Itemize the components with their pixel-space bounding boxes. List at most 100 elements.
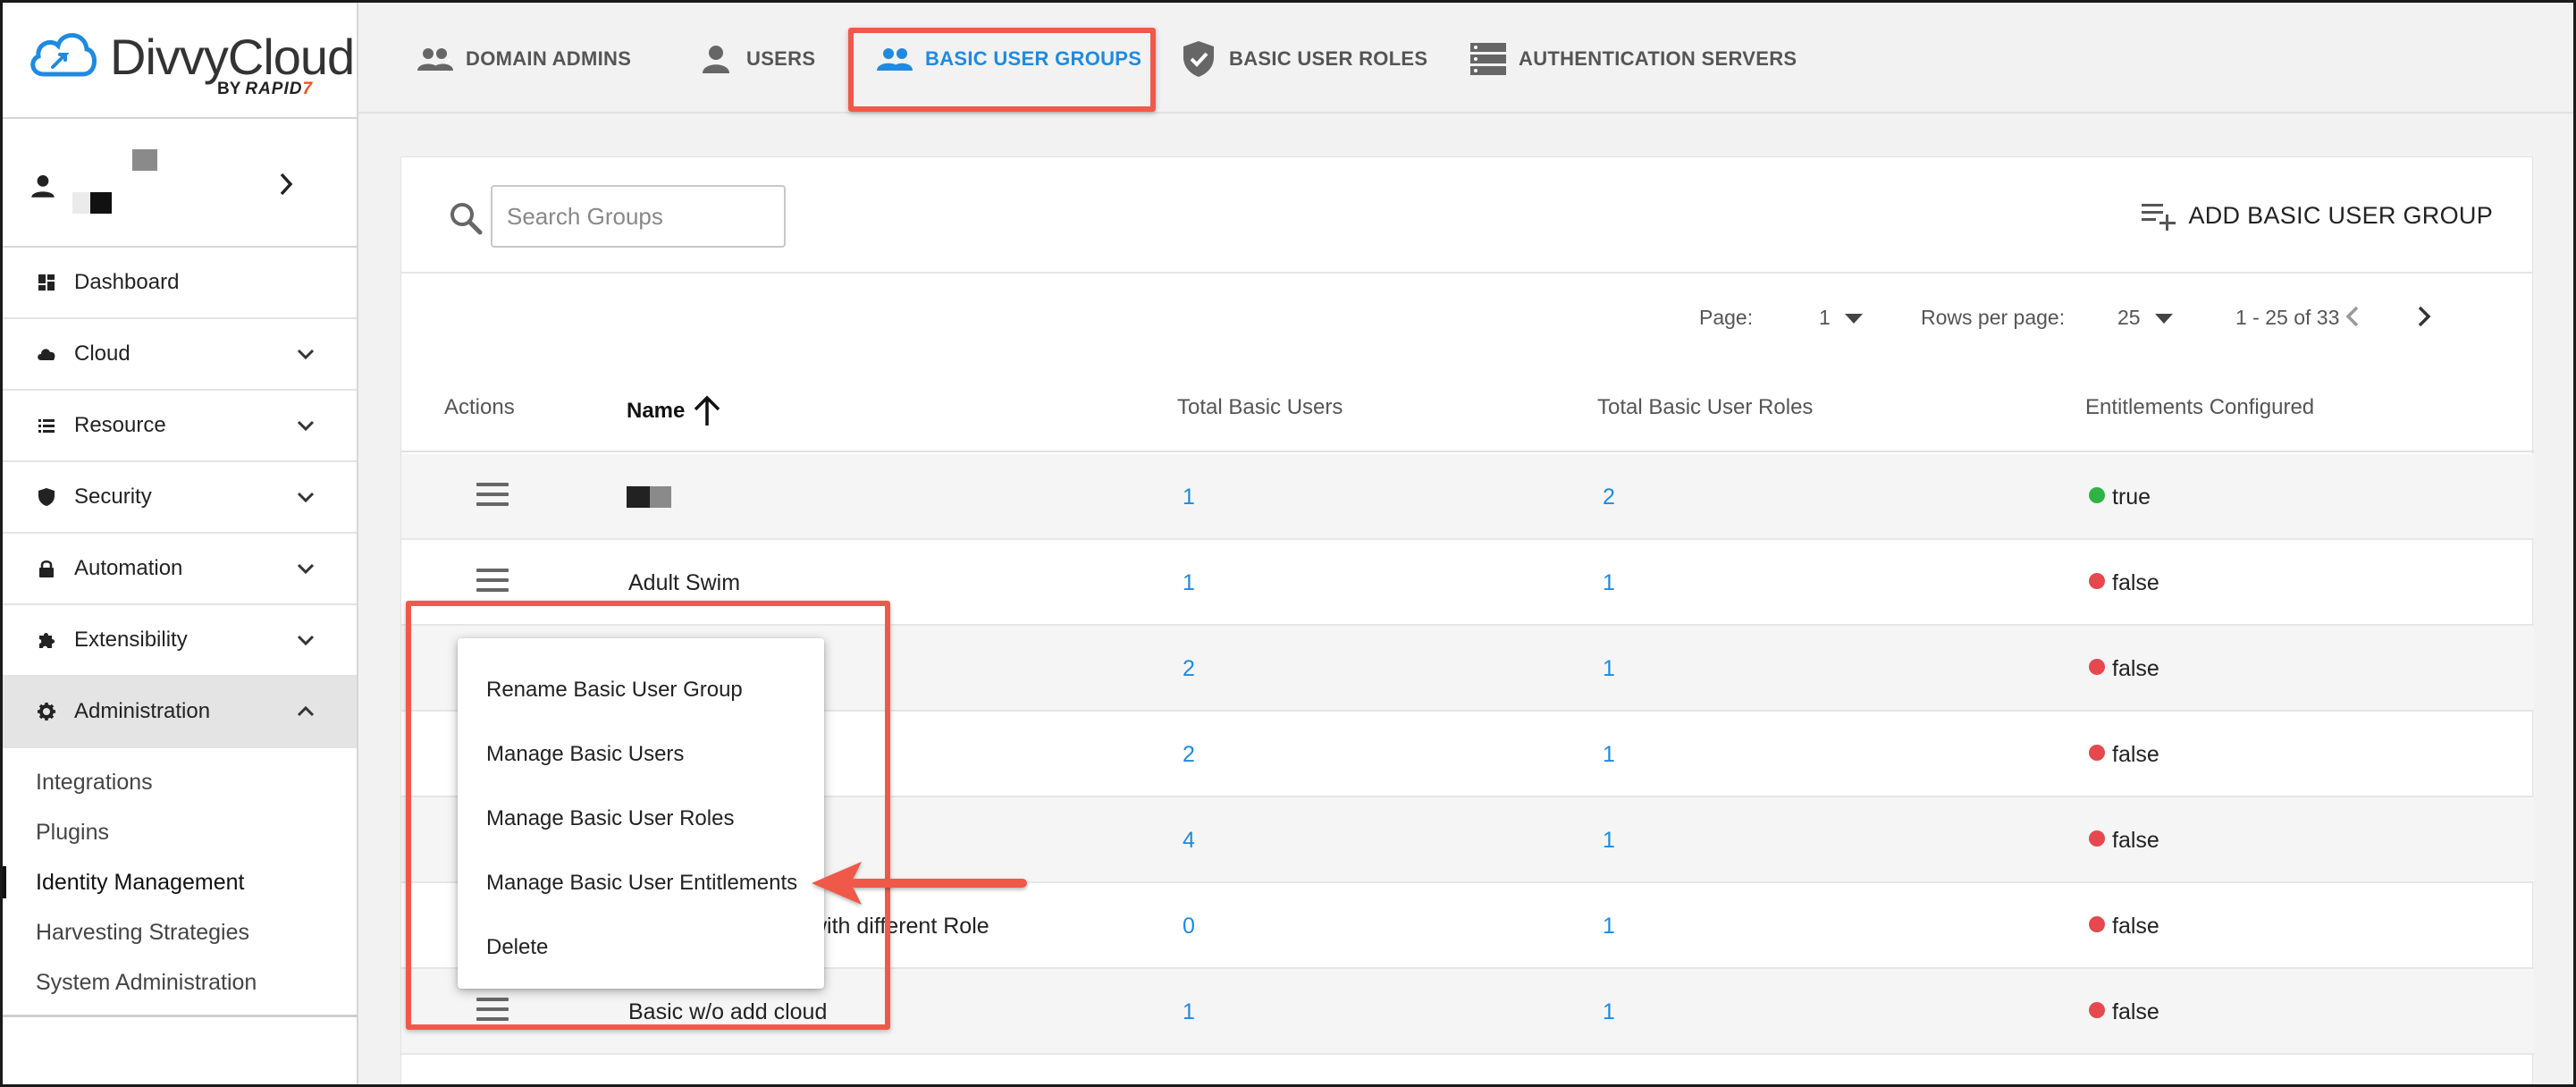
tab-label: DOMAIN ADMINS — [466, 47, 632, 70]
person-icon — [31, 174, 55, 198]
chevron-down-icon[interactable] — [296, 559, 316, 578]
column-entitlements-configured[interactable]: Entitlements Configured — [2085, 395, 2314, 420]
entitlements-value: false — [2089, 999, 2159, 1025]
sort-arrow-up-icon — [695, 395, 720, 426]
logo[interactable]: DivvyCloud BY RAPID7 — [3, 3, 357, 119]
annotation-arrow-icon — [812, 862, 1027, 905]
user-icon — [698, 41, 734, 77]
user-profile[interactable] — [3, 119, 357, 248]
chevron-down-icon[interactable] — [296, 416, 316, 435]
toolbar: ADD BASIC USER GROUP — [401, 157, 2532, 274]
subnav-item-plugins[interactable]: Plugins — [3, 807, 357, 857]
pagination: Page: 1 Rows per page: 25 1 - 25 of 33 — [401, 274, 2534, 363]
column-name[interactable]: Name — [627, 395, 722, 427]
total-users-link[interactable]: 0 — [1183, 914, 1195, 940]
total-roles-link[interactable]: 1 — [1603, 828, 1615, 854]
total-users-link[interactable]: 1 — [1183, 485, 1195, 510]
nav-item-security[interactable]: Security — [3, 462, 357, 534]
chevron-right-icon[interactable] — [276, 171, 296, 198]
tab-highlight-annotation — [848, 28, 1156, 112]
chevron-down-icon[interactable] — [296, 630, 316, 650]
brand-byline: BY RAPID7 — [217, 80, 314, 98]
subnav-item-harvesting-strategies[interactable]: Harvesting Strategies — [3, 907, 357, 957]
page-select[interactable]: 1 — [1819, 306, 1863, 330]
dashboard-icon — [37, 273, 56, 292]
status-dot-red — [2089, 659, 2105, 675]
total-users-link[interactable]: 2 — [1183, 656, 1195, 682]
menu-item-manage-entitlements[interactable]: Manage Basic User Entitlements — [458, 851, 824, 915]
sidebar: DivvyCloud BY RAPID7 Dashboard Cloud Res… — [3, 3, 358, 1084]
column-total-basic-user-roles[interactable]: Total Basic User Roles — [1597, 395, 1813, 420]
total-roles-link[interactable]: 1 — [1603, 570, 1615, 596]
column-total-basic-users[interactable]: Total Basic Users — [1177, 395, 1343, 420]
tab-authentication-servers[interactable]: AUTHENTICATION SERVERS — [1470, 37, 1797, 81]
entitlements-value: true — [2089, 485, 2151, 510]
gear-icon — [37, 702, 56, 721]
entitlements-value: false — [2089, 914, 2159, 940]
status-dot-red — [2089, 1002, 2105, 1018]
add-basic-user-group-button[interactable]: ADD BASIC USER GROUP — [2142, 195, 2493, 236]
menu-item-manage-users[interactable]: Manage Basic Users — [458, 722, 824, 787]
chevron-left-icon[interactable] — [2341, 302, 2364, 331]
search-icon — [450, 203, 483, 235]
nav-item-cloud[interactable]: Cloud — [3, 319, 357, 391]
tab-basic-user-roles[interactable]: BASIC USER ROLES — [1181, 37, 1427, 81]
total-users-link[interactable]: 2 — [1183, 742, 1195, 768]
total-roles-link[interactable]: 1 — [1603, 999, 1615, 1025]
nav-item-dashboard[interactable]: Dashboard — [3, 248, 357, 319]
table-row[interactable]: 1 2 true — [401, 454, 2534, 540]
status-dot-green — [2089, 487, 2105, 503]
nav-label: Resource — [74, 413, 166, 437]
total-users-link[interactable]: 4 — [1183, 828, 1195, 854]
entitlements-value: false — [2089, 742, 2159, 768]
entitlements-value: false — [2089, 828, 2159, 854]
subnav-item-integrations[interactable]: Integrations — [3, 757, 357, 807]
cloud-logo-icon — [30, 33, 97, 77]
status-dot-red — [2089, 916, 2105, 932]
subnav-item-identity-management[interactable]: Identity Management — [3, 857, 357, 907]
total-roles-link[interactable]: 1 — [1603, 914, 1615, 940]
nav-item-automation[interactable]: Automation — [3, 534, 357, 605]
nav-item-administration[interactable]: Administration — [3, 677, 357, 748]
nav-item-resource[interactable]: Resource — [3, 391, 357, 462]
redacted-username — [132, 149, 157, 171]
admins-icon — [417, 41, 453, 77]
tab-users[interactable]: USERS — [698, 37, 815, 81]
page-label: Page: — [1699, 306, 1754, 329]
subnav-item-system-administration[interactable]: System Administration — [3, 957, 357, 1007]
total-roles-link[interactable]: 2 — [1603, 485, 1615, 510]
chevron-down-icon[interactable] — [296, 487, 316, 507]
puzzle-icon — [37, 630, 56, 650]
chevron-right-icon[interactable] — [2412, 302, 2436, 331]
total-users-link[interactable]: 1 — [1183, 999, 1195, 1025]
entitlements-value: false — [2089, 656, 2159, 682]
menu-item-delete[interactable]: Delete — [458, 915, 824, 980]
caret-down-icon — [1844, 314, 1863, 324]
nav-label: Cloud — [74, 341, 130, 366]
tab-bar: DOMAIN ADMINS USERS BASIC USER GROUPS BA… — [358, 3, 2573, 114]
total-roles-link[interactable]: 1 — [1603, 742, 1615, 768]
search-input[interactable] — [491, 185, 786, 248]
menu-item-rename-group[interactable]: Rename Basic User Group — [458, 658, 824, 722]
list-icon — [37, 416, 56, 435]
nav-label: Security — [74, 485, 152, 509]
row-actions-menu-icon[interactable] — [476, 569, 509, 595]
chevron-up-icon[interactable] — [296, 702, 316, 721]
playlist-add-icon — [2142, 204, 2176, 231]
tab-domain-admins[interactable]: DOMAIN ADMINS — [417, 37, 631, 81]
total-roles-link[interactable]: 1 — [1603, 656, 1615, 682]
shield-check-icon — [1181, 41, 1216, 77]
menu-item-manage-roles[interactable]: Manage Basic User Roles — [458, 787, 824, 851]
lock-icon — [37, 559, 56, 578]
chevron-down-icon[interactable] — [296, 344, 316, 364]
row-actions-menu-icon[interactable] — [476, 483, 509, 510]
redacted-org-a — [72, 192, 90, 214]
nav-label: Automation — [74, 556, 183, 580]
total-users-link[interactable]: 1 — [1183, 570, 1195, 596]
table-header: Actions Name Total Basic Users Total Bas… — [401, 363, 2534, 452]
nav-item-extensibility[interactable]: Extensibility — [3, 605, 357, 677]
rows-per-page-label: Rows per page: — [1921, 306, 2066, 329]
brand-name: DivvyCloud — [110, 29, 355, 85]
rows-per-page-select[interactable]: 25 — [2117, 306, 2173, 330]
